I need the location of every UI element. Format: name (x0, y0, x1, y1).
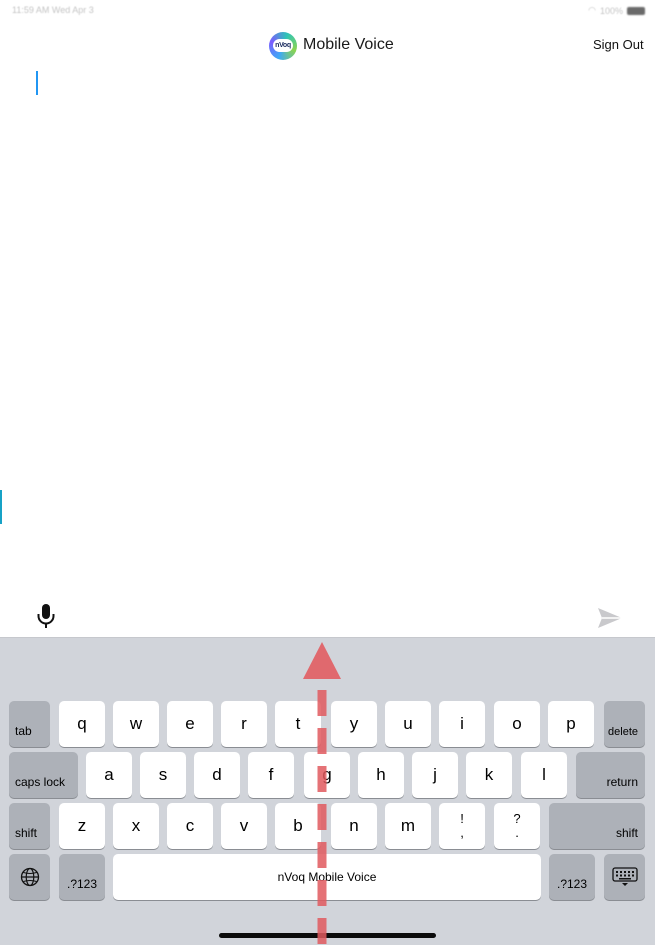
key-e[interactable]: e (167, 701, 213, 747)
caps-lock-key[interactable]: caps lock (9, 752, 78, 798)
keyboard-dismiss-icon (611, 867, 638, 886)
key-k[interactable]: k (466, 752, 512, 798)
home-indicator[interactable] (219, 933, 436, 938)
left-edge-indicator (0, 490, 2, 524)
text-cursor[interactable] (36, 71, 38, 95)
key-c[interactable]: c (167, 803, 213, 849)
key-g[interactable]: g (304, 752, 350, 798)
key-question-period[interactable]: ? . (494, 803, 540, 849)
key-r[interactable]: r (221, 701, 267, 747)
dismiss-keyboard-key[interactable] (604, 854, 645, 900)
key-j[interactable]: j (412, 752, 458, 798)
key-h[interactable]: h (358, 752, 404, 798)
key-i[interactable]: i (439, 701, 485, 747)
key-q[interactable]: q (59, 701, 105, 747)
key-comma-label: , (460, 825, 464, 840)
key-z[interactable]: z (59, 803, 105, 849)
globe-key[interactable] (9, 854, 50, 900)
key-x[interactable]: x (113, 803, 159, 849)
key-y[interactable]: y (331, 701, 377, 747)
key-u[interactable]: u (385, 701, 431, 747)
key-a[interactable]: a (86, 752, 132, 798)
key-f[interactable]: f (248, 752, 294, 798)
globe-icon (20, 867, 39, 887)
numbers-key-left[interactable]: .?123 (59, 854, 105, 900)
key-period-label: . (515, 825, 519, 840)
status-date: Wed Apr 3 (51, 5, 94, 15)
logo-text: nVoq (273, 39, 293, 52)
right-shift-key[interactable]: shift (549, 803, 645, 849)
status-bar: 11:59 AM Wed Apr 3 ◠ 100% (0, 0, 655, 22)
key-n[interactable]: n (331, 803, 377, 849)
microphone-icon (37, 604, 55, 628)
space-bar-label: nVoq Mobile Voice (277, 870, 377, 884)
space-bar[interactable]: nVoq Mobile Voice (113, 854, 541, 900)
status-time: 11:59 AM (12, 5, 50, 15)
key-v[interactable]: v (221, 803, 267, 849)
nvoq-logo: nVoq (269, 32, 297, 60)
delete-key[interactable]: delete (604, 701, 645, 747)
key-d[interactable]: d (194, 752, 240, 798)
key-exclamation-comma[interactable]: ! , (439, 803, 485, 849)
key-o[interactable]: o (494, 701, 540, 747)
app-title: Mobile Voice (303, 36, 394, 53)
battery-percent: 100% (599, 5, 623, 16)
tab-key[interactable]: tab (9, 701, 50, 747)
battery-icon (627, 6, 645, 15)
key-t[interactable]: t (275, 701, 321, 747)
key-question-label: ? (513, 811, 521, 826)
wifi-icon: ◠ (588, 5, 596, 15)
send-icon (598, 608, 622, 628)
return-key[interactable]: return (576, 752, 645, 798)
key-b[interactable]: b (275, 803, 321, 849)
key-l[interactable]: l (521, 752, 567, 798)
key-m[interactable]: m (385, 803, 431, 849)
key-s[interactable]: s (140, 752, 186, 798)
numbers-key-right[interactable]: .?123 (549, 854, 595, 900)
onscreen-keyboard: tab q w e r t y u i o p delete caps lock… (0, 637, 655, 945)
key-exclamation-label: ! (460, 811, 464, 826)
microphone-button[interactable] (34, 602, 58, 630)
key-p[interactable]: p (548, 701, 594, 747)
sign-out-button[interactable]: Sign Out (593, 37, 644, 52)
status-time-date: 11:59 AM Wed Apr 3 (12, 5, 94, 15)
left-shift-key[interactable]: shift (9, 803, 50, 849)
key-w[interactable]: w (113, 701, 159, 747)
status-right: ◠ 100% (588, 5, 645, 16)
send-button[interactable] (596, 606, 624, 630)
